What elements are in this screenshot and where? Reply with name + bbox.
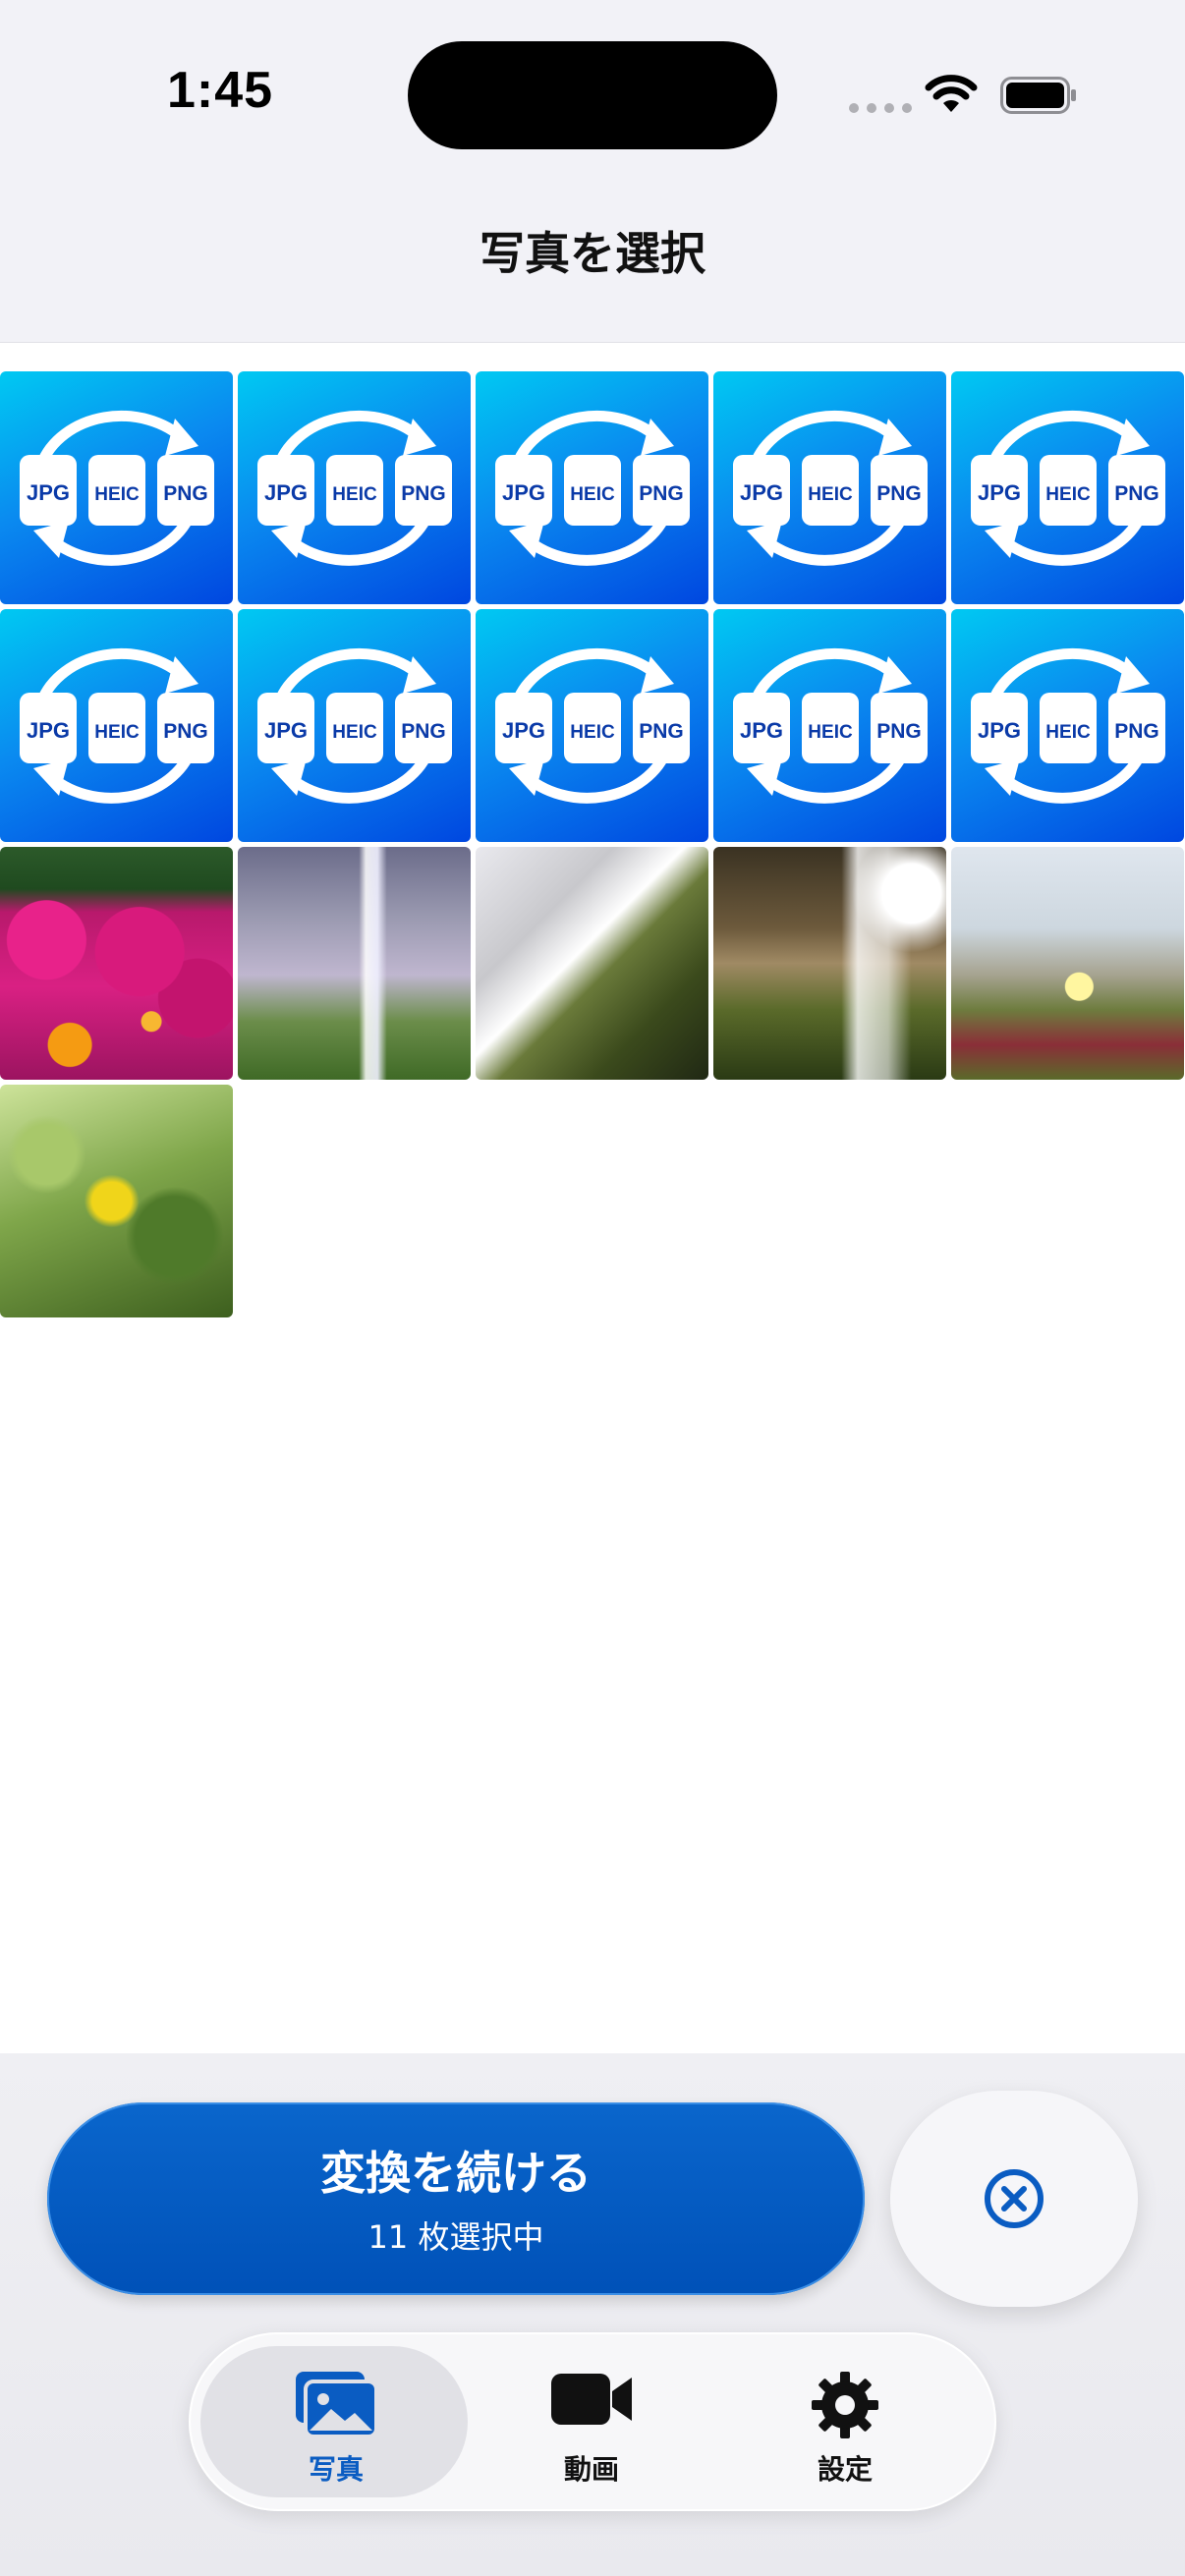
- svg-text:PNG: PNG: [163, 720, 208, 743]
- photo-thumbnail-app-icon[interactable]: JPG HEIC PNG: [238, 371, 471, 604]
- photo-thumbnail-app-icon[interactable]: JPG HEIC PNG: [951, 609, 1184, 842]
- svg-text:JPG: JPG: [502, 480, 545, 505]
- svg-text:HEIC: HEIC: [808, 484, 853, 505]
- tab-video[interactable]: 動画: [464, 2332, 719, 2511]
- svg-text:PNG: PNG: [401, 720, 446, 743]
- svg-text:PNG: PNG: [1114, 720, 1159, 743]
- photo-thumbnail-app-icon[interactable]: JPG HEIC PNG: [713, 609, 946, 842]
- continue-convert-label: 変換を続ける: [320, 2147, 592, 2200]
- jpg-heic-png-app-icon: JPG HEIC PNG: [495, 647, 690, 804]
- svg-text:JPG: JPG: [740, 718, 783, 743]
- jpg-heic-png-app-icon: JPG HEIC PNG: [971, 410, 1165, 566]
- close-circle-icon: [985, 2169, 1044, 2228]
- photo-thumbnail[interactable]: [951, 847, 1184, 1080]
- jpg-heic-png-app-icon: JPG HEIC PNG: [257, 647, 452, 804]
- svg-text:PNG: PNG: [639, 482, 684, 505]
- svg-text:JPG: JPG: [264, 718, 308, 743]
- photo-thumbnail[interactable]: [0, 1085, 233, 1317]
- status-time: 1:45: [167, 62, 274, 119]
- tab-photos-label: 写真: [308, 2453, 364, 2486]
- photo-thumbnail[interactable]: [0, 847, 233, 1080]
- cellular-signal-icon: [849, 103, 912, 113]
- tab-photos[interactable]: 写真: [208, 2332, 464, 2511]
- svg-text:JPG: JPG: [978, 718, 1021, 743]
- photo-thumbnail[interactable]: [238, 847, 471, 1080]
- battery-icon: [1000, 77, 1076, 114]
- svg-text:HEIC: HEIC: [570, 484, 615, 505]
- wifi-icon: [925, 75, 978, 112]
- jpg-heic-png-app-icon: JPG HEIC PNG: [971, 647, 1165, 804]
- svg-text:JPG: JPG: [27, 718, 70, 743]
- svg-text:JPG: JPG: [740, 480, 783, 505]
- gear-icon: [812, 2372, 878, 2438]
- svg-text:HEIC: HEIC: [570, 722, 615, 743]
- photo-thumbnail-app-icon[interactable]: JPG HEIC PNG: [0, 609, 233, 842]
- photo-thumbnail-app-icon[interactable]: JPG HEIC PNG: [0, 371, 233, 604]
- svg-text:HEIC: HEIC: [332, 484, 377, 505]
- svg-text:PNG: PNG: [876, 482, 922, 505]
- svg-text:HEIC: HEIC: [1045, 722, 1091, 743]
- tab-settings[interactable]: 設定: [717, 2332, 973, 2511]
- photo-grid: JPG HEIC PNG JPG HEIC PNG JPG HEIC PNG J…: [0, 371, 1185, 1317]
- svg-text:HEIC: HEIC: [332, 722, 377, 743]
- svg-text:HEIC: HEIC: [94, 484, 140, 505]
- tab-video-label: 動画: [563, 2453, 619, 2486]
- photo-thumbnail-app-icon[interactable]: JPG HEIC PNG: [476, 371, 708, 604]
- photo-thumbnail-app-icon[interactable]: JPG HEIC PNG: [476, 609, 708, 842]
- cancel-selection-button[interactable]: [890, 2091, 1138, 2307]
- svg-text:PNG: PNG: [401, 482, 446, 505]
- tab-bar: 写真 動画 設定: [189, 2332, 996, 2511]
- jpg-heic-png-app-icon: JPG HEIC PNG: [495, 410, 690, 566]
- tab-settings-label: 設定: [817, 2453, 873, 2486]
- svg-text:HEIC: HEIC: [808, 722, 853, 743]
- svg-text:PNG: PNG: [876, 720, 922, 743]
- photo-thumbnail[interactable]: [713, 847, 946, 1080]
- svg-text:JPG: JPG: [502, 718, 545, 743]
- dynamic-island: [408, 41, 777, 149]
- jpg-heic-png-app-icon: JPG HEIC PNG: [733, 647, 928, 804]
- svg-text:JPG: JPG: [264, 480, 308, 505]
- svg-text:JPG: JPG: [27, 480, 70, 505]
- svg-text:PNG: PNG: [163, 482, 208, 505]
- page-title: 写真を選択: [480, 227, 705, 280]
- svg-text:HEIC: HEIC: [94, 722, 140, 743]
- jpg-heic-png-app-icon: JPG HEIC PNG: [733, 410, 928, 566]
- photo-thumbnail[interactable]: [476, 847, 708, 1080]
- continue-convert-button[interactable]: 変換を続ける 11 枚選択中: [47, 2102, 865, 2295]
- selected-count-label: 11 枚選択中: [367, 2218, 544, 2256]
- jpg-heic-png-app-icon: JPG HEIC PNG: [257, 410, 452, 566]
- svg-text:JPG: JPG: [978, 480, 1021, 505]
- svg-text:PNG: PNG: [639, 720, 684, 743]
- svg-text:HEIC: HEIC: [1045, 484, 1091, 505]
- video-icon: [551, 2374, 632, 2425]
- photo-thumbnail-app-icon[interactable]: JPG HEIC PNG: [238, 609, 471, 842]
- svg-text:PNG: PNG: [1114, 482, 1159, 505]
- jpg-heic-png-app-icon: JPG HEIC PNG: [20, 410, 214, 566]
- jpg-heic-png-app-icon: JPG HEIC PNG: [20, 647, 214, 804]
- photos-icon: [296, 2372, 378, 2438]
- photo-thumbnail-app-icon[interactable]: JPG HEIC PNG: [951, 371, 1184, 604]
- photo-thumbnail-app-icon[interactable]: JPG HEIC PNG: [713, 371, 946, 604]
